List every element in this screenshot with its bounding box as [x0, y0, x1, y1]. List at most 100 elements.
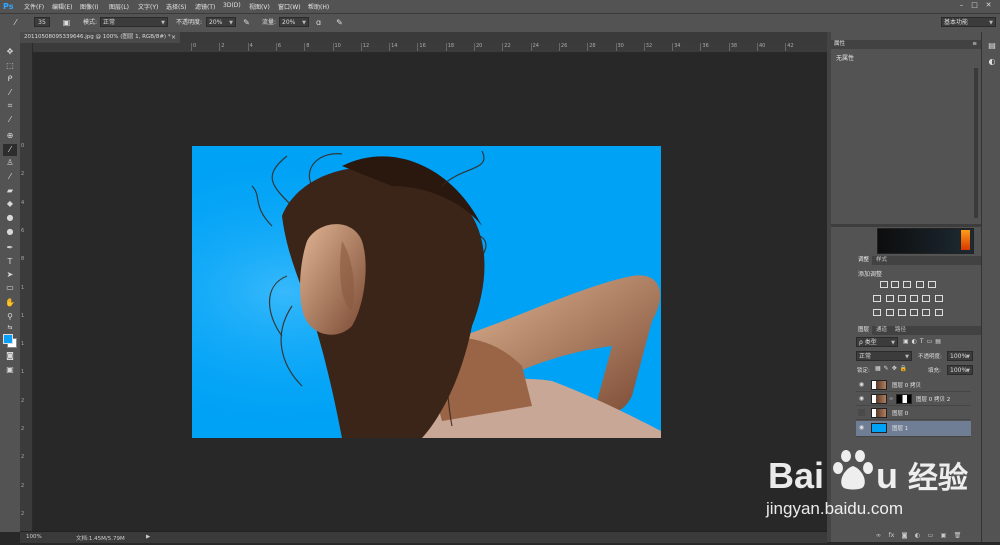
- panel-menu-icon[interactable]: ≡: [972, 40, 977, 49]
- menu-layer[interactable]: 图层(L): [109, 2, 129, 11]
- layer-filter-icons[interactable]: ▣◐T▭▤: [903, 338, 944, 345]
- folder-icon[interactable]: ▭: [926, 532, 935, 540]
- layer-filter-select[interactable]: ρ 类型 ▼: [856, 337, 898, 347]
- hand-tool-icon[interactable]: ✋: [3, 297, 17, 309]
- status-menu-arrow-icon[interactable]: ▶: [146, 534, 150, 540]
- type-tool-icon[interactable]: T: [3, 256, 17, 268]
- link-icon[interactable]: ∞: [874, 532, 883, 540]
- color-balance-adjustment-icon[interactable]: [886, 295, 894, 302]
- layer-name[interactable]: 图层 0: [892, 409, 908, 417]
- new-layer-icon[interactable]: ▣: [939, 532, 948, 540]
- pen-tool-icon[interactable]: ✒: [3, 242, 17, 254]
- pressure-opacity-icon[interactable]: ✎: [241, 17, 252, 28]
- flow-field[interactable]: 20% ▼: [279, 17, 309, 27]
- menu-select[interactable]: 选择(S): [166, 2, 187, 11]
- color-ramp[interactable]: [961, 230, 970, 250]
- tab-channels[interactable]: 通道: [873, 326, 890, 335]
- layer-row[interactable]: ◉ 图层 0: [856, 406, 971, 420]
- hue-saturation-adjustment-icon[interactable]: [873, 295, 881, 302]
- layer-name[interactable]: 图层 1: [892, 424, 908, 432]
- move-tool-icon[interactable]: ✥: [3, 46, 17, 58]
- canvas-workspace[interactable]: [33, 53, 827, 531]
- menu-type[interactable]: 文字(Y): [138, 2, 158, 11]
- document-canvas[interactable]: [192, 146, 661, 438]
- fill-field[interactable]: 100% ▼: [947, 365, 973, 375]
- layer-name[interactable]: 图层 0 拷贝: [892, 381, 921, 389]
- workspace-select[interactable]: 基本功能 ▼: [941, 17, 996, 27]
- lasso-tool-icon[interactable]: ᑭ: [3, 73, 17, 85]
- healing-brush-tool-icon[interactable]: ⊕: [3, 130, 17, 142]
- menu-help[interactable]: 帮助(H): [308, 2, 329, 11]
- mode-select[interactable]: 正常 ▼: [100, 17, 168, 27]
- foreground-color-swatch[interactable]: [3, 334, 13, 344]
- history-brush-tool-icon[interactable]: ⁄: [3, 171, 17, 183]
- brush-tool-icon[interactable]: ⁄: [3, 144, 17, 156]
- brush-tool-preset-icon[interactable]: ⁄: [10, 17, 21, 28]
- exposure-adjustment-icon[interactable]: [916, 281, 924, 288]
- eye-icon[interactable]: ◉: [858, 424, 865, 431]
- panel-resize-handle[interactable]: [831, 224, 981, 227]
- curves-adjustment-icon[interactable]: [903, 281, 911, 288]
- threshold-adjustment-icon[interactable]: [898, 309, 906, 316]
- pressure-size-icon[interactable]: ✎: [334, 17, 345, 28]
- channel-mixer-adjustment-icon[interactable]: [922, 295, 930, 302]
- brush-panel-toggle-icon[interactable]: ▣: [61, 17, 72, 28]
- menu-edit[interactable]: 编辑(E): [52, 2, 72, 11]
- close-icon[interactable]: ×: [171, 32, 176, 43]
- airbrush-icon[interactable]: ɑ: [313, 17, 324, 28]
- properties-scrollbar[interactable]: [974, 68, 978, 218]
- levels-adjustment-icon[interactable]: [891, 281, 899, 288]
- menu-file[interactable]: 文件(F): [24, 2, 44, 11]
- shadows-adjustment-icon[interactable]: [935, 309, 943, 316]
- crop-tool-icon[interactable]: ⌗: [3, 100, 17, 112]
- shape-tool-icon[interactable]: ▭: [3, 282, 17, 294]
- tab-paths[interactable]: 路径: [892, 326, 909, 335]
- path-select-tool-icon[interactable]: ➤: [3, 269, 17, 281]
- opacity-field[interactable]: 20% ▼: [206, 17, 236, 27]
- marquee-tool-icon[interactable]: ⬚: [3, 60, 17, 72]
- paint-bucket-tool-icon[interactable]: ◆: [3, 198, 17, 210]
- layer-row[interactable]: ◉ 图层 0 拷贝: [856, 378, 971, 392]
- clone-stamp-tool-icon[interactable]: ♙: [3, 157, 17, 169]
- minimize-button[interactable]: –: [957, 1, 966, 10]
- eyedropper-tool-icon[interactable]: ⁄: [3, 114, 17, 126]
- menu-image[interactable]: 图像(I): [80, 2, 98, 11]
- color-panel-icon[interactable]: ◐: [986, 56, 998, 68]
- adjustment-icon[interactable]: ◐: [913, 532, 922, 540]
- layer-row[interactable]: ◉ ∞ 图层 0 拷贝 2: [856, 392, 971, 406]
- screen-mode-icon[interactable]: ▣: [3, 364, 17, 376]
- eye-icon[interactable]: ◉: [858, 395, 865, 402]
- layer-opacity-field[interactable]: 100% ▼: [947, 351, 973, 361]
- brush-size-picker[interactable]: 35: [34, 17, 50, 27]
- menu-filter[interactable]: 滤镜(T): [195, 2, 215, 11]
- color-lookup-adjustment-icon[interactable]: [935, 295, 943, 302]
- layer-row-selected[interactable]: ◉ 图层 1: [856, 421, 971, 437]
- blur-tool-icon[interactable]: ●: [3, 212, 17, 224]
- zoom-level[interactable]: 100%: [26, 534, 42, 540]
- maximize-button[interactable]: □: [970, 1, 979, 10]
- eraser-tool-icon[interactable]: ▰: [3, 185, 17, 197]
- lock-icons[interactable]: ▦✎✥🔒: [875, 365, 910, 372]
- document-tab[interactable]: 20110508095339646.jpg @ 100% (图层 1, RGB/…: [20, 32, 180, 43]
- invert-adjustment-icon[interactable]: [873, 309, 881, 316]
- history-panel-icon[interactable]: ▤: [986, 40, 998, 52]
- horizontal-ruler[interactable]: 0 2 4 6 8 10 12 14 16 18 20 22 24 26 28 30 32 34 36 38 40 42: [32, 43, 827, 53]
- tab-styles[interactable]: 样式: [873, 256, 890, 265]
- tab-adjustments[interactable]: 调整: [855, 256, 873, 265]
- layer-mask-thumbnail[interactable]: [896, 394, 912, 404]
- dodge-tool-icon[interactable]: ●: [3, 226, 17, 238]
- eye-icon[interactable]: ◉: [858, 381, 865, 388]
- layer-name[interactable]: 图层 0 拷贝 2: [916, 395, 950, 403]
- posterize-adjustment-icon[interactable]: [886, 309, 894, 316]
- photo-filter-adjustment-icon[interactable]: [910, 295, 918, 302]
- quick-mask-icon[interactable]: ◙: [3, 350, 17, 362]
- blend-mode-select[interactable]: 正常 ▼: [856, 351, 912, 361]
- vibrance-adjustment-icon[interactable]: [928, 281, 936, 288]
- brightness-adjustment-icon[interactable]: [880, 281, 888, 288]
- swap-colors-icon[interactable]: ⇆: [3, 322, 17, 334]
- quick-select-tool-icon[interactable]: ⁄: [3, 87, 17, 99]
- selective-color-adjustment-icon[interactable]: [910, 309, 918, 316]
- menu-window[interactable]: 窗口(W): [278, 2, 301, 11]
- tab-layers[interactable]: 图层: [855, 326, 873, 335]
- vertical-ruler[interactable]: 024681111222223: [20, 43, 33, 545]
